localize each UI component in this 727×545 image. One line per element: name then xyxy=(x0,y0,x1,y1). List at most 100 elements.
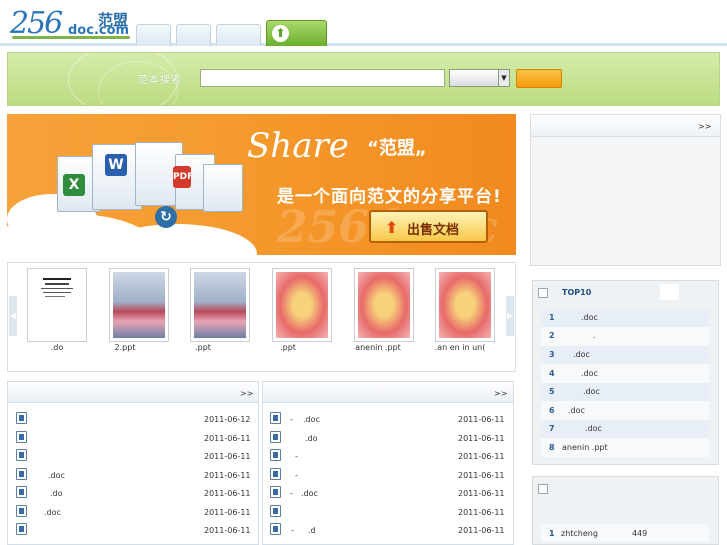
banner-title-cn: “范盟„ xyxy=(367,138,427,159)
search-label: 范本搜索 xyxy=(138,75,182,86)
sell-document-button[interactable]: ⬆ 出售文档 xyxy=(369,210,488,243)
rank-number: 6 xyxy=(549,406,555,415)
panel-header xyxy=(263,382,513,403)
slide-preview xyxy=(113,272,165,338)
list-item-prefix: - xyxy=(290,415,293,424)
site-logo[interactable]: 256 doc.com 范盟 xyxy=(10,6,130,42)
rank-number: 2 xyxy=(549,331,555,340)
nav-tab-1[interactable] xyxy=(136,24,171,46)
upload-arrow-icon: ⬆ xyxy=(385,218,399,237)
list-item-date: 2011-06-11 xyxy=(458,415,505,424)
list-item[interactable]: 7 .doc xyxy=(541,420,709,438)
nav-tab-3[interactable] xyxy=(216,24,261,46)
list-item-title[interactable]: .doc xyxy=(44,508,61,517)
thumbnail-item[interactable] xyxy=(354,268,414,342)
search-button[interactable] xyxy=(516,69,562,88)
list-item-date: 2011-06-11 xyxy=(458,508,505,517)
list-item[interactable]: 4 .doc xyxy=(541,365,709,383)
list-item[interactable]: 1 .doc xyxy=(541,309,709,327)
document-icon xyxy=(270,523,281,535)
thumbnail-item[interactable] xyxy=(272,268,332,342)
logo-name: 范盟 xyxy=(98,11,129,29)
thumbnail-label[interactable]: 2.ppt xyxy=(90,343,160,352)
list-item-date: 2011-06-11 xyxy=(204,508,251,517)
list-item-date: 2011-06-11 xyxy=(204,526,251,535)
rank-number: 5 xyxy=(549,387,555,396)
thumbnail-label[interactable]: .an en in un( xyxy=(425,343,495,352)
thumbnail-label[interactable]: .ppt xyxy=(253,343,323,352)
hot-documents-panel xyxy=(262,381,514,545)
document-icon xyxy=(16,523,27,535)
document-icon xyxy=(270,468,281,480)
nav-upload-tab[interactable]: ⬆ xyxy=(266,20,327,46)
list-item-title[interactable]: .doc xyxy=(301,489,318,498)
thumbnail-label[interactable]: .do xyxy=(22,343,92,352)
search-input[interactable] xyxy=(200,69,445,87)
list-item-title: .doc xyxy=(585,424,602,433)
list-item[interactable]: 5 .doc xyxy=(541,383,709,401)
panel-tab-icon xyxy=(538,288,548,298)
list-item[interactable]: 6 .doc xyxy=(541,402,709,420)
thumbnail-item[interactable] xyxy=(27,268,87,342)
latest-documents-panel xyxy=(7,381,259,545)
uploader-name[interactable]: zhtcheng xyxy=(561,529,598,538)
thumbnail-label[interactable]: .ppt xyxy=(168,343,238,352)
list-item-title[interactable]: .doc xyxy=(48,471,65,480)
top10-tab-blank[interactable] xyxy=(660,284,679,300)
list-item-date: 2011-06-11 xyxy=(458,452,505,461)
uploader-count: 449 xyxy=(632,529,648,538)
list-item-title[interactable]: .doc xyxy=(303,415,320,424)
logo-swoosh xyxy=(12,36,130,39)
list-item-date: 2011-06-11 xyxy=(458,526,505,535)
sync-icon: ↻ xyxy=(155,206,177,228)
rank-number: 4 xyxy=(549,369,555,378)
carousel-prev-button[interactable]: ◀ xyxy=(9,296,17,336)
more-link[interactable]: >> xyxy=(240,389,253,398)
slide-preview xyxy=(276,272,328,338)
list-item-date: 2011-06-11 xyxy=(204,452,251,461)
panel-tab-icon xyxy=(538,484,548,494)
nav-tab-2[interactable] xyxy=(176,24,211,46)
list-item-date: 2011-06-11 xyxy=(204,489,251,498)
sell-button-label: 出售文档 xyxy=(407,223,460,238)
document-icon xyxy=(16,486,27,498)
thumbnail-item[interactable] xyxy=(435,268,495,342)
excel-icon: X xyxy=(63,174,85,196)
list-item[interactable]: 2. xyxy=(541,327,709,345)
thumbnail-item[interactable] xyxy=(190,268,250,342)
list-item[interactable]: 3 .doc xyxy=(541,346,709,364)
list-item-title: . xyxy=(593,331,596,340)
list-item-title[interactable]: .do xyxy=(50,489,63,498)
more-link[interactable]: >> xyxy=(494,389,507,398)
list-item-prefix: - xyxy=(291,526,294,535)
list-item[interactable]: 8 anenin .ppt xyxy=(541,439,709,457)
list-item-title: .doc xyxy=(581,313,598,322)
list-item-title[interactable]: .d xyxy=(308,526,316,535)
top10-title: TOP10 xyxy=(562,288,592,297)
banner-title: Share xyxy=(247,126,349,166)
more-link[interactable]: >> xyxy=(698,122,711,131)
announcement-panel xyxy=(530,114,721,266)
list-item-title: .doc xyxy=(573,350,590,359)
thumbnail-label[interactable]: anenin .ppt xyxy=(343,343,413,352)
promo-banner[interactable]: X W PDF ↻ Share “范盟„ 是一个面向范文的分享平台! 256do… xyxy=(7,114,516,255)
rank-number: 7 xyxy=(549,424,555,433)
rank-number: 3 xyxy=(549,350,555,359)
search-category-select[interactable]: ▼ xyxy=(449,69,510,87)
slide-preview xyxy=(439,272,491,338)
carousel-next-button[interactable]: ▶ xyxy=(506,296,514,336)
thumbnail-item[interactable] xyxy=(109,268,169,342)
list-item-date: 2011-06-11 xyxy=(204,471,251,480)
chevron-down-icon[interactable]: ▼ xyxy=(498,70,509,86)
document-icon xyxy=(16,449,27,461)
list-item-date: 2011-06-12 xyxy=(204,415,251,424)
list-item-date: 2011-06-11 xyxy=(458,471,505,480)
list-item-title: .doc xyxy=(568,406,585,415)
slide-preview xyxy=(194,272,246,338)
list-item-title: .doc xyxy=(583,387,600,396)
list-item-title: anenin .ppt xyxy=(562,443,608,452)
list-item-prefix: - xyxy=(295,452,298,461)
document-icon xyxy=(270,449,281,461)
document-icon xyxy=(270,486,281,498)
list-item-title[interactable]: .do xyxy=(305,434,318,443)
